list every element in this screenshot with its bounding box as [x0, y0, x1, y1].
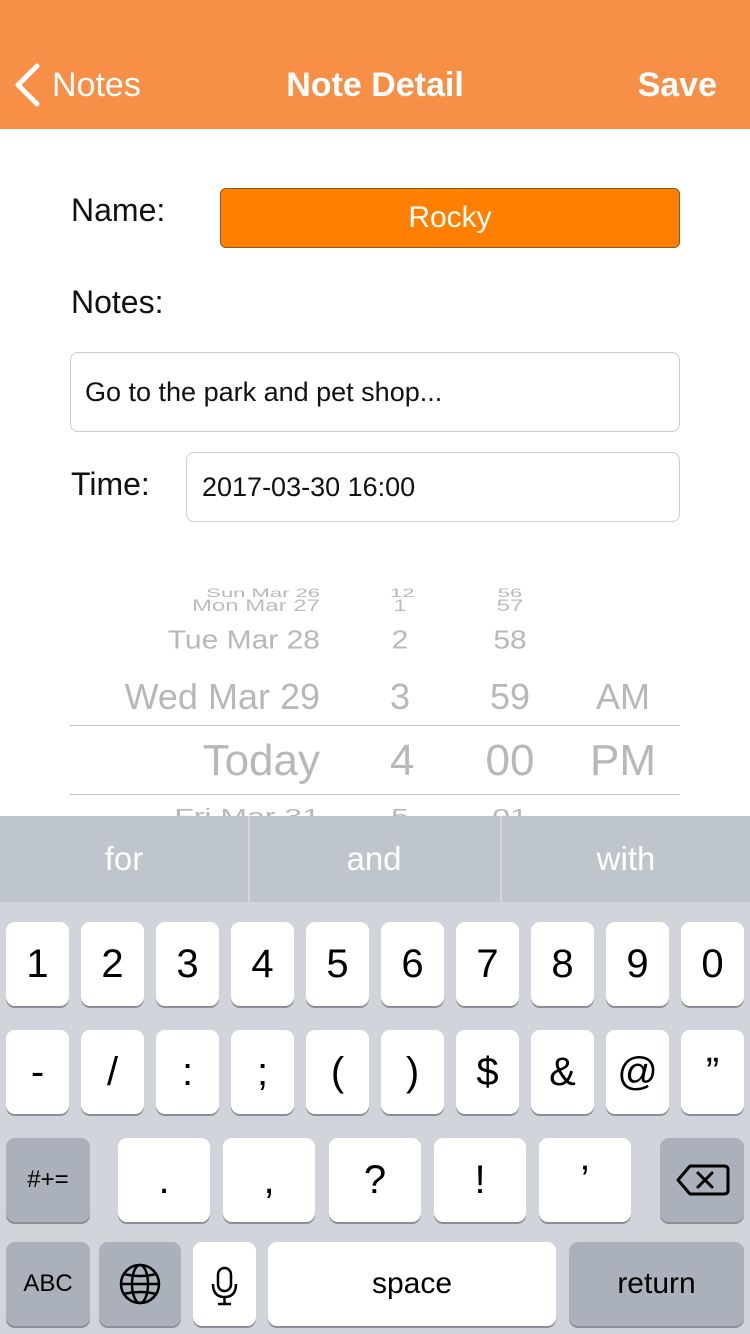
name-label: Name: — [71, 192, 166, 228]
key[interactable]: ) — [381, 1030, 444, 1114]
name-field[interactable]: Rocky — [220, 188, 680, 248]
picker-hour-option[interactable]: 1 — [390, 596, 410, 616]
key[interactable]: . — [118, 1138, 210, 1222]
picker-minute-option[interactable]: 01 — [480, 804, 540, 816]
key[interactable]: , — [223, 1138, 315, 1222]
time-label: Time: — [71, 466, 150, 502]
key[interactable]: ( — [306, 1030, 369, 1114]
suggestion-item[interactable]: for — [0, 816, 248, 902]
key[interactable]: & — [531, 1030, 594, 1114]
key[interactable]: / — [81, 1030, 144, 1114]
suggestion-item[interactable]: and — [250, 816, 498, 902]
suggestion-bar: for and with — [0, 816, 750, 902]
suggestion-item[interactable]: with — [502, 816, 750, 902]
key[interactable]: 2 — [81, 922, 144, 1006]
key[interactable]: 8 — [531, 922, 594, 1006]
backspace-icon — [676, 1164, 730, 1196]
time-field[interactable]: 2017-03-30 16:00 — [186, 452, 680, 522]
key[interactable]: 7 — [456, 922, 519, 1006]
picker-date-option[interactable]: Wed Mar 29 — [125, 676, 320, 718]
key[interactable]: 6 — [381, 922, 444, 1006]
key[interactable]: ” — [681, 1030, 744, 1114]
picker-minute-option[interactable]: 59 — [480, 676, 540, 718]
notes-field[interactable]: Go to the park and pet shop... — [70, 352, 680, 432]
navigation-bar: Notes Note Detail Save — [0, 0, 750, 129]
space-key[interactable]: space — [268, 1242, 556, 1326]
keyboard: for and with 1 2 3 4 5 6 7 8 9 0 - / : ;… — [0, 816, 750, 1334]
key[interactable]: 9 — [606, 922, 669, 1006]
date-time-picker[interactable]: Sun Mar 26 Mon Mar 27 Tue Mar 28 Wed Mar… — [70, 576, 680, 816]
globe-key[interactable] — [99, 1242, 181, 1326]
key[interactable]: ’ — [539, 1138, 631, 1222]
globe-icon — [119, 1263, 161, 1305]
picker-hour-option[interactable]: 5 — [390, 804, 410, 816]
return-key[interactable]: return — [569, 1242, 744, 1326]
key[interactable]: 4 — [231, 922, 294, 1006]
picker-ampm-selected[interactable]: PM — [588, 736, 658, 786]
key[interactable]: 3 — [156, 922, 219, 1006]
key[interactable]: 1 — [6, 922, 69, 1006]
key[interactable]: ? — [329, 1138, 421, 1222]
abc-key[interactable]: ABC — [6, 1242, 90, 1326]
delete-key[interactable] — [660, 1138, 744, 1222]
picker-hour-selected[interactable]: 4 — [390, 736, 414, 786]
key[interactable]: 0 — [681, 922, 744, 1006]
save-button[interactable]: Save — [638, 60, 717, 110]
picker-selection-bottom-line — [70, 794, 680, 795]
microphone-icon — [211, 1266, 238, 1306]
picker-date-option[interactable]: Fri Mar 31 — [174, 804, 320, 816]
picker-minute-option[interactable]: 57 — [480, 596, 540, 616]
picker-date-selected[interactable]: Today — [203, 736, 320, 786]
key[interactable]: @ — [606, 1030, 669, 1114]
picker-date-option[interactable]: Mon Mar 27 — [192, 596, 320, 616]
key[interactable]: ! — [434, 1138, 526, 1222]
key[interactable]: - — [6, 1030, 69, 1114]
picker-ampm-option[interactable]: AM — [588, 676, 658, 718]
key[interactable]: : — [156, 1030, 219, 1114]
key[interactable]: $ — [456, 1030, 519, 1114]
picker-minute-selected[interactable]: 00 — [480, 736, 540, 786]
dictation-key[interactable] — [193, 1242, 256, 1326]
picker-date-option[interactable]: Tue Mar 28 — [168, 627, 320, 656]
picker-hour-option[interactable]: 2 — [390, 627, 410, 656]
notes-label: Notes: — [71, 284, 164, 320]
key[interactable]: 5 — [306, 922, 369, 1006]
picker-minute-option[interactable]: 58 — [480, 627, 540, 656]
key[interactable]: ; — [231, 1030, 294, 1114]
picker-selection-top-line — [70, 725, 680, 726]
more-symbols-key[interactable]: #+= — [6, 1138, 90, 1222]
picker-hour-option[interactable]: 3 — [390, 676, 410, 718]
